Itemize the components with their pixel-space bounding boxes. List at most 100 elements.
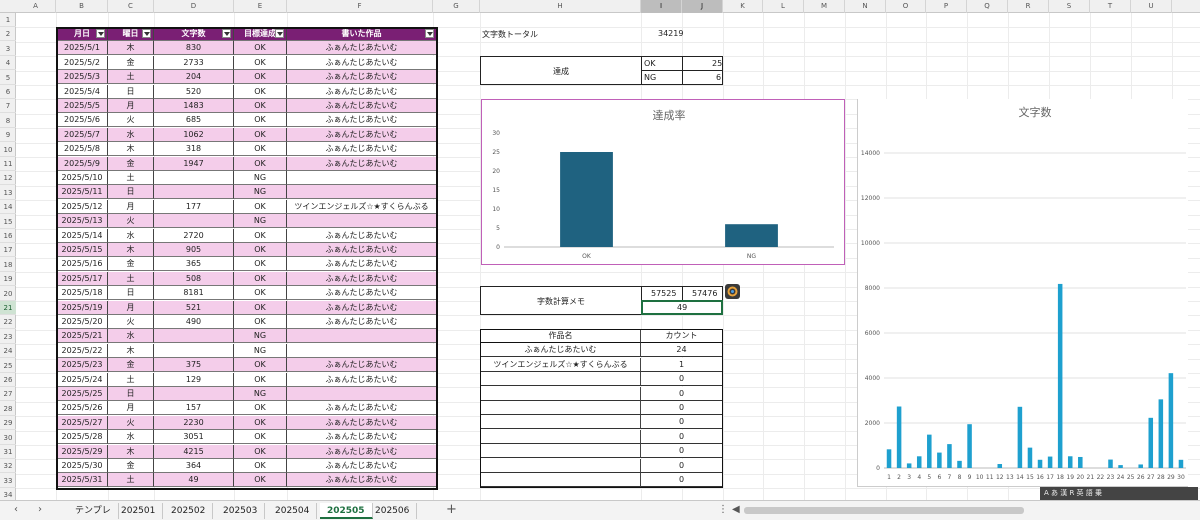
- log-cell[interactable]: ふぁんたじあたいむ: [287, 113, 437, 128]
- column-header-d[interactable]: D: [154, 0, 234, 13]
- log-cell[interactable]: 1062: [154, 127, 234, 142]
- works-cell[interactable]: ふぁんたじあたいむ: [481, 343, 641, 358]
- log-cell[interactable]: [154, 343, 234, 358]
- log-cell[interactable]: 2025/5/27: [57, 415, 108, 430]
- log-cell[interactable]: 2025/5/26: [57, 401, 108, 416]
- sheet-tab-テンプレ[interactable]: テンプレ: [68, 503, 119, 519]
- row-header-9[interactable]: 9: [0, 128, 16, 143]
- works-cell[interactable]: [481, 372, 641, 387]
- log-cell[interactable]: ふぁんたじあたいむ: [287, 430, 437, 445]
- works-cell[interactable]: 0: [641, 444, 723, 459]
- log-cell[interactable]: 2025/5/3: [57, 70, 108, 85]
- log-cell[interactable]: OK: [234, 99, 287, 113]
- char-count-chart[interactable]: 文字数 0 2000 4000 6000 8000 10000 12000 14000 1 2 3 4 5…: [857, 99, 1188, 487]
- log-cell[interactable]: ふぁんたじあたいむ: [287, 372, 437, 387]
- row-header-3[interactable]: 3: [0, 42, 16, 56]
- log-cell[interactable]: ふぁんたじあたいむ: [287, 459, 437, 473]
- log-cell[interactable]: OK: [234, 84, 287, 99]
- log-cell[interactable]: 2025/5/29: [57, 444, 108, 459]
- next-sheet-icon[interactable]: ›: [38, 504, 42, 515]
- log-cell[interactable]: 水: [108, 329, 154, 344]
- row-header-17[interactable]: 17: [0, 243, 16, 258]
- filter-dropdown-icon[interactable]: [275, 29, 284, 38]
- row-header-27[interactable]: 27: [0, 387, 16, 402]
- log-cell[interactable]: OK: [234, 372, 287, 387]
- log-cell[interactable]: 365: [154, 257, 234, 272]
- column-header-h[interactable]: H: [480, 0, 641, 13]
- log-cell[interactable]: 2230: [154, 415, 234, 430]
- log-cell[interactable]: 2025/5/11: [57, 185, 108, 200]
- log-cell[interactable]: 水: [108, 228, 154, 243]
- log-cell[interactable]: [287, 329, 437, 344]
- ok-count[interactable]: 25: [712, 59, 722, 68]
- row-header-23[interactable]: 23: [0, 330, 16, 344]
- log-cell[interactable]: ふぁんたじあたいむ: [287, 142, 437, 157]
- filter-dropdown-icon[interactable]: [142, 29, 151, 38]
- works-header-cell[interactable]: 作品名: [481, 329, 641, 343]
- log-cell[interactable]: 2025/5/20: [57, 315, 108, 329]
- log-cell[interactable]: NG: [234, 185, 287, 200]
- log-cell[interactable]: 157: [154, 401, 234, 416]
- log-cell[interactable]: 490: [154, 315, 234, 329]
- total-value[interactable]: 34219: [658, 29, 683, 38]
- log-cell[interactable]: 2025/5/18: [57, 286, 108, 301]
- works-cell[interactable]: 0: [641, 401, 723, 415]
- log-cell[interactable]: [154, 387, 234, 401]
- log-header-cell[interactable]: 書いた作品: [287, 27, 437, 41]
- row-header-13[interactable]: 13: [0, 186, 16, 200]
- column-header-u[interactable]: U: [1131, 0, 1172, 13]
- log-cell[interactable]: ふぁんたじあたいむ: [287, 257, 437, 272]
- works-cell[interactable]: 1: [641, 357, 723, 372]
- column-header-g[interactable]: G: [433, 0, 480, 13]
- log-cell[interactable]: ツインエンジェルズ☆★すくらんぶる: [287, 199, 437, 214]
- column-header-n[interactable]: N: [845, 0, 886, 13]
- log-cell[interactable]: 土: [108, 171, 154, 185]
- hscroll-left-icon[interactable]: ◀: [732, 504, 740, 515]
- row-header-25[interactable]: 25: [0, 359, 16, 373]
- sheet-tab-202506[interactable]: 202506: [368, 503, 418, 519]
- row-header-20[interactable]: 20: [0, 287, 16, 301]
- log-cell[interactable]: 2720: [154, 228, 234, 243]
- row-header-7[interactable]: 7: [0, 99, 16, 114]
- log-cell[interactable]: ふぁんたじあたいむ: [287, 286, 437, 301]
- log-cell[interactable]: ふぁんたじあたいむ: [287, 99, 437, 113]
- log-cell[interactable]: 520: [154, 84, 234, 99]
- log-cell[interactable]: 177: [154, 199, 234, 214]
- log-cell[interactable]: 日: [108, 84, 154, 99]
- row-header-6[interactable]: 6: [0, 85, 16, 99]
- works-cell[interactable]: 0: [641, 473, 723, 487]
- log-cell[interactable]: 金: [108, 257, 154, 272]
- log-cell[interactable]: ふぁんたじあたいむ: [287, 70, 437, 85]
- log-cell[interactable]: 木: [108, 41, 154, 56]
- column-header-j[interactable]: J: [682, 0, 723, 13]
- column-header-a[interactable]: A: [16, 0, 56, 13]
- log-cell[interactable]: 685: [154, 113, 234, 128]
- row-header-24[interactable]: 24: [0, 344, 16, 359]
- log-cell[interactable]: OK: [234, 286, 287, 301]
- log-header-cell[interactable]: 目標達成: [234, 27, 287, 41]
- log-cell[interactable]: 2025/5/17: [57, 271, 108, 286]
- log-cell[interactable]: ふぁんたじあたいむ: [287, 415, 437, 430]
- row-header-21[interactable]: 21: [0, 301, 16, 315]
- log-cell[interactable]: 364: [154, 459, 234, 473]
- log-cell[interactable]: 3051: [154, 430, 234, 445]
- log-cell[interactable]: OK: [234, 315, 287, 329]
- column-header-c[interactable]: C: [108, 0, 154, 13]
- log-cell[interactable]: 1947: [154, 156, 234, 171]
- log-cell[interactable]: OK: [234, 142, 287, 157]
- calc-memo-value-b[interactable]: 57476: [692, 289, 717, 298]
- log-cell[interactable]: ふぁんたじあたいむ: [287, 55, 437, 70]
- log-cell[interactable]: [154, 171, 234, 185]
- log-cell[interactable]: 日: [108, 185, 154, 200]
- log-cell[interactable]: 8181: [154, 286, 234, 301]
- row-header-5[interactable]: 5: [0, 71, 16, 85]
- log-cell[interactable]: 2025/5/12: [57, 199, 108, 214]
- sheet-tab-202504[interactable]: 202504: [268, 503, 318, 519]
- log-cell[interactable]: 830: [154, 41, 234, 56]
- column-header-k[interactable]: K: [723, 0, 763, 13]
- log-cell[interactable]: NG: [234, 343, 287, 358]
- log-cell[interactable]: OK: [234, 257, 287, 272]
- ok-label[interactable]: OK: [644, 59, 656, 68]
- log-cell[interactable]: ふぁんたじあたいむ: [287, 271, 437, 286]
- log-cell[interactable]: OK: [234, 271, 287, 286]
